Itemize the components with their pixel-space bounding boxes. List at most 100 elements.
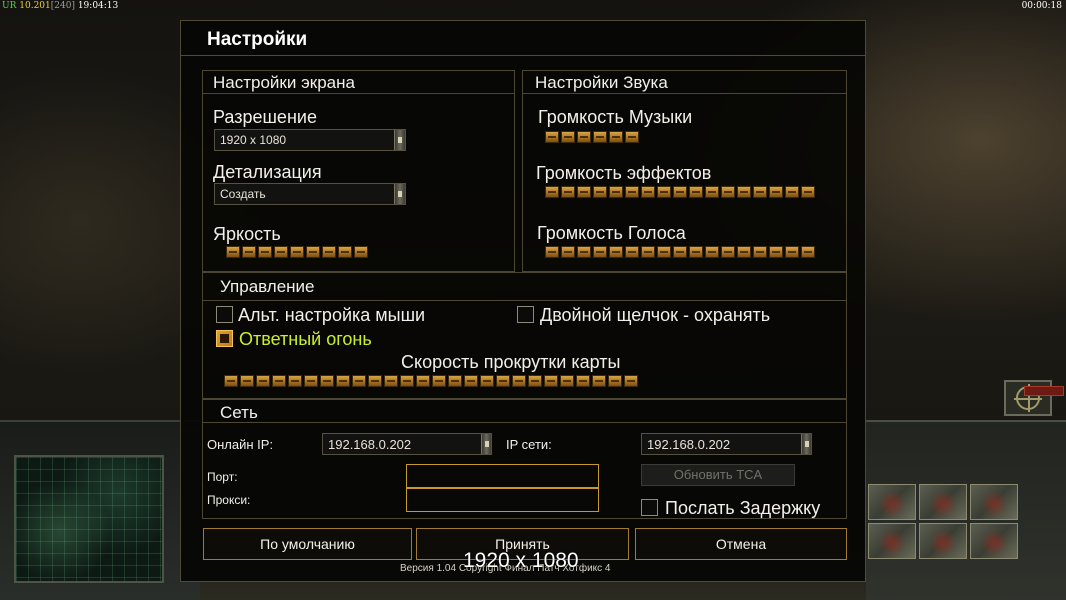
slider-segment <box>545 186 559 198</box>
slider-segment <box>689 246 703 258</box>
slider-segment <box>624 375 638 387</box>
double-click-checkbox[interactable] <box>517 306 534 323</box>
title-divider <box>181 55 865 56</box>
effects-volume-label: Громкость эффектов <box>536 163 712 183</box>
slider-segment <box>608 375 622 387</box>
build-item[interactable] <box>868 484 916 520</box>
return-fire-label: Ответный огонь <box>239 329 372 349</box>
slider-segment <box>400 375 414 387</box>
resolution-dropdown[interactable]: 1920 x 1080 <box>214 129 406 151</box>
slider-segment <box>448 375 462 387</box>
settings-dialog: Настройки Настройки экрана Разрешение 19… <box>180 20 866 582</box>
slider-segment <box>336 375 350 387</box>
voice-volume-slider[interactable] <box>545 246 815 258</box>
detail-dropdown[interactable]: Создать <box>214 183 406 205</box>
control-title: Управление <box>220 277 315 296</box>
chevron-down-icon <box>394 184 405 204</box>
slider-segment <box>274 246 288 258</box>
slider-segment <box>641 186 655 198</box>
slider-segment <box>240 375 254 387</box>
slider-segment <box>354 246 368 258</box>
slider-segment <box>545 246 559 258</box>
defaults-button[interactable]: По умолчанию <box>203 528 412 560</box>
slider-segment <box>753 186 767 198</box>
alt-mouse-checkbox[interactable] <box>216 306 233 323</box>
slider-segment <box>576 375 590 387</box>
control-header: Управление <box>203 273 846 301</box>
scroll-speed-label: Скорость прокрутки карты <box>401 352 621 372</box>
slider-segment <box>368 375 382 387</box>
slider-segment <box>721 246 735 258</box>
slider-segment <box>769 186 783 198</box>
slider-segment <box>306 246 320 258</box>
minimap[interactable] <box>14 455 164 583</box>
sound-settings-group: Настройки Звука Громкость Музыки Громкос… <box>522 70 847 272</box>
send-delay-checkbox[interactable] <box>641 499 658 516</box>
brightness-label: Яркость <box>213 224 281 244</box>
minimap-grid <box>16 457 162 581</box>
slider-segment <box>338 246 352 258</box>
build-item[interactable] <box>919 484 967 520</box>
brightness-slider[interactable] <box>226 246 368 258</box>
slider-segment <box>673 186 687 198</box>
slider-segment <box>545 131 559 143</box>
hud-version: 10.201 <box>19 1 51 11</box>
slider-segment <box>593 186 607 198</box>
sound-settings-title: Настройки Звука <box>535 73 668 92</box>
slider-segment <box>322 246 336 258</box>
slider-segment <box>625 246 639 258</box>
slider-segment <box>593 131 607 143</box>
double-click-label: Двойной щелчок - охранять <box>540 305 771 325</box>
port-label: Порт: <box>207 470 238 484</box>
alt-mouse-label: Альт. настройка мыши <box>238 305 426 325</box>
build-item[interactable] <box>970 484 1018 520</box>
proxy-label: Прокси: <box>207 493 251 507</box>
screen-settings-header: Настройки экрана <box>203 71 514 94</box>
resolution-label: Разрешение <box>213 107 317 127</box>
slider-segment <box>224 375 238 387</box>
slider-segment <box>352 375 366 387</box>
music-volume-slider[interactable] <box>545 131 639 143</box>
slider-segment <box>496 375 510 387</box>
network-group: Сеть Онлайн IP: 192.168.0.202 IP сети: 1… <box>202 399 847 519</box>
slider-segment <box>769 246 783 258</box>
online-ip-value: 192.168.0.202 <box>328 437 412 452</box>
port-input[interactable] <box>406 464 599 488</box>
slider-segment <box>561 131 575 143</box>
net-ip-dropdown[interactable]: 192.168.0.202 <box>641 433 812 455</box>
slider-segment <box>593 246 607 258</box>
slider-segment <box>657 246 671 258</box>
power-indicator <box>1024 386 1064 396</box>
hud-bracket: [240] <box>50 1 75 11</box>
slider-segment <box>737 246 751 258</box>
slider-segment <box>384 375 398 387</box>
net-ip-value: 192.168.0.202 <box>647 437 731 452</box>
resolution-overlay: 1920 x 1080 <box>463 549 579 572</box>
build-item[interactable] <box>919 523 967 559</box>
network-header: Сеть <box>203 400 846 423</box>
slider-segment <box>753 246 767 258</box>
resolution-value: 1920 x 1080 <box>220 133 287 147</box>
slider-segment <box>561 186 575 198</box>
slider-segment <box>288 375 302 387</box>
dialog-title: Настройки <box>207 29 308 50</box>
cancel-button[interactable]: Отмена <box>635 528 847 560</box>
voice-volume-label: Громкость Голоса <box>537 223 686 243</box>
scroll-speed-slider[interactable] <box>224 375 638 387</box>
return-fire-checkbox[interactable] <box>216 330 233 347</box>
slider-segment <box>512 375 526 387</box>
slider-segment <box>480 375 494 387</box>
update-tca-button[interactable]: Обновить TCA <box>641 464 795 486</box>
slider-segment <box>464 375 478 387</box>
effects-volume-slider[interactable] <box>545 186 815 198</box>
slider-segment <box>609 186 623 198</box>
build-item[interactable] <box>868 523 916 559</box>
online-ip-dropdown[interactable]: 192.168.0.202 <box>322 433 492 455</box>
slider-segment <box>320 375 334 387</box>
hud-prefix: UR <box>2 1 17 11</box>
build-item[interactable] <box>970 523 1018 559</box>
slider-segment <box>561 246 575 258</box>
proxy-input[interactable] <box>406 488 599 512</box>
slider-segment <box>801 186 815 198</box>
detail-value: Создать <box>220 187 266 201</box>
